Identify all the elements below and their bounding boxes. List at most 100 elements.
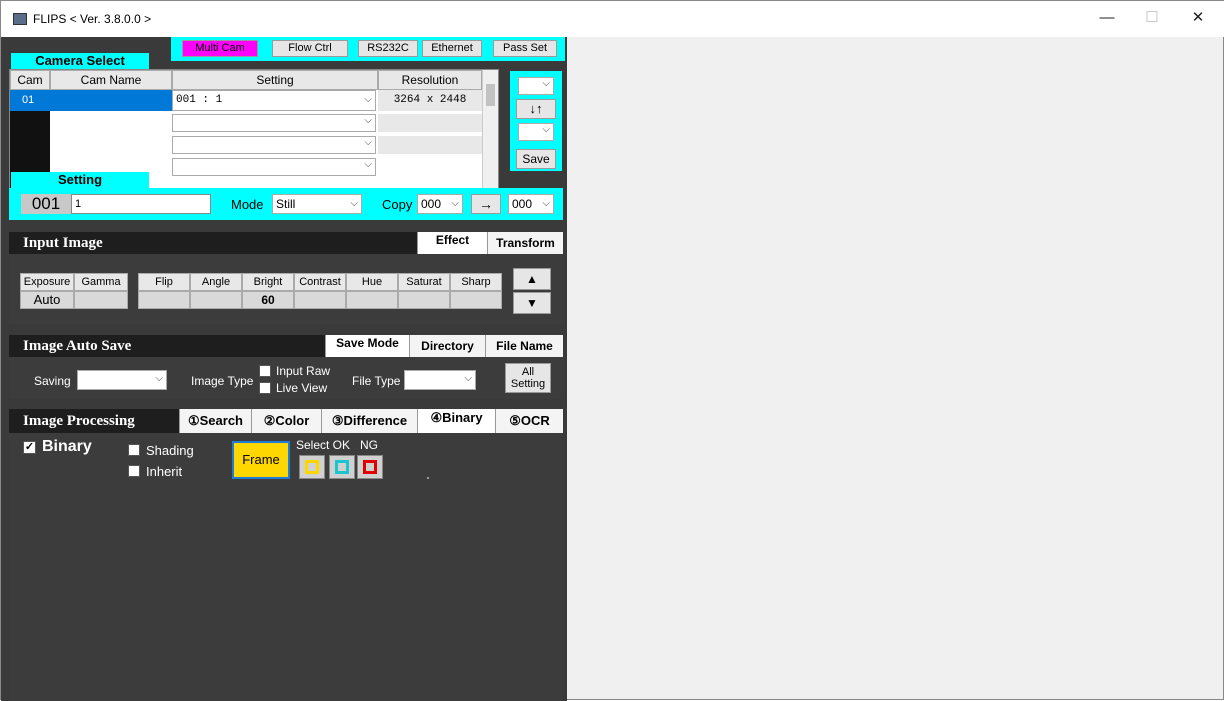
minimize-button[interactable]: — [1087, 7, 1127, 31]
cam-order-combo-2[interactable]: ⌵ [518, 123, 554, 141]
resolution-cell: 3264 x 2448 [378, 90, 482, 111]
chevron-down-icon: ⌵ [364, 159, 372, 170]
processing-panel: ✓ Binary Shading Inherit Frame Select OK… [9, 433, 563, 701]
setting-combo-empty[interactable]: ⌵ [172, 114, 376, 132]
chevron-down-icon: ⌵ [542, 124, 550, 135]
tab-file-name[interactable]: File Name [485, 335, 563, 357]
copy-to-combo[interactable]: 000 ⌵ [508, 194, 554, 214]
frame-color-ok[interactable] [329, 455, 355, 479]
cam-cell[interactable]: 01 [10, 90, 50, 111]
image-type-label: Image Type [191, 374, 254, 388]
down-button[interactable]: ▼ [513, 292, 551, 314]
setting-name-input[interactable]: 1 [71, 194, 211, 214]
tab-difference[interactable]: ③Difference [321, 409, 417, 433]
select-ok-label: Select OK [296, 438, 351, 452]
top-tab-strip: Multi Cam Flow Ctrl RS232C Ethernet Pass… [171, 37, 565, 61]
tab-save-mode[interactable]: Save Mode [325, 335, 409, 357]
auto-save-bar: Image Auto Save Save Mode Directory File… [9, 335, 563, 357]
frame-color-ng[interactable] [357, 455, 383, 479]
all-setting-button[interactable]: All Setting [505, 363, 551, 393]
auto-save-title: Image Auto Save [23, 338, 132, 354]
angle-value[interactable] [190, 291, 242, 309]
close-button[interactable]: ✕ [1178, 7, 1218, 31]
gamma-value[interactable] [74, 291, 128, 309]
tab-color[interactable]: ②Color [251, 409, 321, 433]
chevron-down-icon: ⌵ [542, 198, 550, 209]
contrast-value[interactable] [294, 291, 346, 309]
saving-label: Saving [34, 374, 71, 388]
saturat-value[interactable] [398, 291, 450, 309]
file-type-label: File Type [352, 374, 401, 388]
col-cam: Cam [10, 70, 50, 90]
maximize-button[interactable]: ☐ [1132, 7, 1172, 31]
left-panel: Multi Cam Flow Ctrl RS232C Ethernet Pass… [1, 37, 567, 701]
input-raw-checkbox[interactable] [259, 365, 271, 377]
col-setting: Setting [172, 70, 378, 90]
tab-ocr[interactable]: ⑤OCR [495, 409, 563, 433]
up-button[interactable]: ▲ [513, 268, 551, 290]
tab-pass-set[interactable]: Pass Set [493, 40, 557, 57]
inherit-label: Inherit [146, 464, 183, 479]
swap-button[interactable]: ↓↑ [516, 99, 556, 119]
sharp-value[interactable] [450, 291, 502, 309]
tab-transform[interactable]: Transform [487, 232, 563, 254]
setting-combo[interactable]: 001 : 1 ⌵ [172, 90, 376, 111]
setting-combo-empty[interactable]: ⌵ [172, 136, 376, 154]
mode-combo[interactable]: Still ⌵ [272, 194, 362, 214]
input-image-bar: Input Image Effect Transform [9, 232, 563, 254]
copy-from-combo[interactable]: 000 ⌵ [417, 194, 463, 214]
camera-save-button[interactable]: Save [516, 149, 556, 169]
tab-flow-ctrl[interactable]: Flow Ctrl [272, 40, 348, 57]
binary-checkbox[interactable]: ✓ [23, 441, 36, 454]
tab-search[interactable]: ①Search [179, 409, 251, 433]
frame-color-yellow[interactable] [299, 455, 325, 479]
col-sharp: Sharp [450, 273, 502, 291]
chevron-down-icon: ⌵ [364, 137, 372, 148]
col-exposure: Exposure [20, 273, 74, 291]
frame-button[interactable]: Frame [232, 441, 290, 479]
input-image-title: Input Image [23, 235, 103, 251]
app-window: FLIPS < Ver. 3.8.0.0 > — ☐ ✕ Multi Cam F… [0, 0, 1224, 701]
hue-value[interactable] [346, 291, 398, 309]
saving-combo[interactable]: ⌵ [77, 370, 167, 390]
processing-bar: Image Processing ①Search ②Color ③Differe… [9, 409, 563, 433]
flip-value[interactable] [138, 291, 190, 309]
copy-label: Copy [382, 197, 413, 212]
live-view-checkbox[interactable] [259, 382, 271, 394]
app-icon [13, 13, 27, 25]
col-angle: Angle [190, 273, 242, 291]
cam-name-cell[interactable] [50, 90, 172, 111]
tab-rs232c[interactable]: RS232C [358, 40, 418, 57]
tab-effect[interactable]: Effect [417, 232, 487, 254]
shading-checkbox[interactable] [128, 444, 140, 456]
shading-label: Shading [146, 443, 194, 458]
mode-label: Mode [231, 197, 264, 212]
copy-arrow-button[interactable]: → [471, 194, 501, 214]
col-saturat: Saturat [398, 273, 450, 291]
window-title: FLIPS < Ver. 3.8.0.0 > [33, 12, 152, 26]
camera-table-scrollbar[interactable] [482, 70, 498, 194]
tab-ethernet[interactable]: Ethernet [422, 40, 482, 57]
resolution-cell-empty [378, 136, 482, 154]
col-gamma: Gamma [74, 273, 128, 291]
live-view-label: Live View [276, 381, 328, 395]
col-hue: Hue [346, 273, 398, 291]
setting-row: 001 1 Mode Still ⌵ Copy 000 ⌵ → 000 ⌵ [9, 188, 563, 220]
auto-save-panel: Saving ⌵ Image Type Input Raw Live View … [9, 357, 563, 399]
file-type-combo[interactable]: ⌵ [404, 370, 476, 390]
inherit-checkbox[interactable] [128, 465, 140, 477]
scroll-thumb[interactable] [486, 84, 495, 106]
tab-multi-cam[interactable]: Multi Cam [182, 40, 258, 57]
setting-combo-empty[interactable]: ⌵ [172, 158, 376, 176]
cam-order-combo[interactable]: ⌵ [518, 77, 554, 95]
camera-side-tools: ⌵ ↓↑ ⌵ Save [510, 71, 562, 171]
tab-directory[interactable]: Directory [409, 335, 485, 357]
ng-label: NG [360, 438, 378, 452]
input-image-panel: Exposure Gamma Flip Angle Bright Contras… [9, 254, 563, 324]
tab-binary[interactable]: ④Binary [417, 409, 495, 433]
exposure-value[interactable]: Auto [20, 291, 74, 309]
title-bar: FLIPS < Ver. 3.8.0.0 > — ☐ ✕ [1, 1, 1224, 37]
processing-title: Image Processing [23, 413, 135, 429]
bright-value[interactable]: 60 [242, 291, 294, 309]
col-contrast: Contrast [294, 273, 346, 291]
